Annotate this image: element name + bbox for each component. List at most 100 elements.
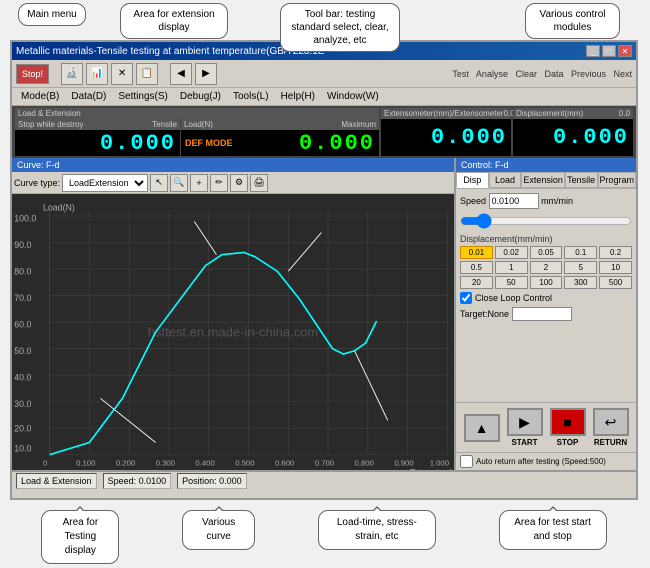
menu-mode[interactable]: Mode(B): [16, 88, 64, 106]
disp-btn-20[interactable]: 20: [460, 276, 493, 289]
print-tool[interactable]: 🖨: [250, 174, 268, 192]
minimize-button[interactable]: _: [586, 45, 600, 57]
speed-input[interactable]: [489, 193, 539, 209]
display-group-load-extension: Load & Extension Stop while destroy Tens…: [15, 108, 379, 156]
displacement-section-label: Displacement(mm/min): [460, 234, 632, 244]
svg-text:60.0: 60.0: [14, 320, 31, 330]
disp-btn-001[interactable]: 0.01: [460, 246, 493, 259]
stop-button[interactable]: Stop!: [16, 64, 49, 84]
toolbar-callout: Tool bar: testing standard select, clear…: [280, 3, 400, 52]
control-panel-header: Control: F-d: [456, 158, 636, 172]
curve-panel: Curve: F-d Curve type: LoadExtension ↖ 🔍…: [12, 158, 456, 470]
stop-ctrl-button[interactable]: ■ STOP: [550, 408, 586, 447]
settings-tool[interactable]: ⚙: [230, 174, 248, 192]
menu-data[interactable]: Data(D): [66, 88, 111, 106]
test-icon[interactable]: 🔬: [61, 63, 83, 85]
svg-text:10.0: 10.0: [14, 443, 31, 453]
tab-extension[interactable]: Extension: [521, 172, 565, 188]
menu-settings[interactable]: Settings(S): [113, 88, 172, 106]
chart-svg: 100.0 90.0 80.0 70.0 60.0 50.0 40.0 30.0…: [12, 194, 454, 470]
disp-btn-10[interactable]: 10: [599, 261, 632, 274]
app-title: Metallic materials-Tensile testing at am…: [16, 46, 324, 57]
target-row: Target:None: [460, 307, 632, 321]
target-input[interactable]: [512, 307, 572, 321]
disp-btn-005[interactable]: 0.05: [530, 246, 563, 259]
svg-text:0.900: 0.900: [394, 459, 413, 468]
svg-text:Extension(mm): Extension(mm): [410, 468, 454, 470]
svg-text:0.500: 0.500: [235, 459, 254, 468]
close-button[interactable]: ✕: [618, 45, 632, 57]
disp-btn-5[interactable]: 5: [564, 261, 597, 274]
tab-disp[interactable]: Disp: [456, 172, 489, 188]
control-panel: Control: F-d Disp Load Extension Tensile…: [456, 158, 636, 470]
return-label: RETURN: [594, 438, 627, 447]
load-max-value: 0.000: [237, 130, 379, 156]
tab-load[interactable]: Load: [489, 172, 522, 188]
cursor-tool[interactable]: ↖: [150, 174, 168, 192]
status-load-extension: Load & Extension: [16, 473, 97, 489]
menu-window[interactable]: Window(W): [322, 88, 384, 106]
svg-text:70.0: 70.0: [14, 293, 31, 303]
pencil-tool[interactable]: ✏: [210, 174, 228, 192]
start-stop-area-callout: Area for test start and stop: [499, 510, 607, 550]
load-n-label: Load(N) Maximum: [181, 119, 379, 130]
menu-debug[interactable]: Debug(J): [175, 88, 226, 106]
svg-text:0.200: 0.200: [116, 459, 135, 468]
svg-text:0.700: 0.700: [315, 459, 334, 468]
previous-icon[interactable]: ◀: [170, 63, 192, 85]
curve-type-select[interactable]: LoadExtension: [62, 174, 148, 192]
various-curve-callout: Various curve: [182, 510, 255, 550]
status-speed: Speed: 0.0100: [103, 473, 172, 489]
zoom-out-tool[interactable]: +: [190, 174, 208, 192]
various-control-callout: Various control modules: [525, 3, 620, 39]
disp-btn-2[interactable]: 2: [530, 261, 563, 274]
next-icon[interactable]: ▶: [195, 63, 217, 85]
extensometer-value: 0.000: [381, 119, 511, 156]
svg-text:0.600: 0.600: [275, 459, 294, 468]
control-body: Speed mm/min Displacement(mm/min) 0.01 0…: [456, 189, 636, 402]
disp-btn-02[interactable]: 0.2: [599, 246, 632, 259]
clear-icon[interactable]: ✕: [111, 63, 133, 85]
curve-toolbar: Curve type: LoadExtension ↖ 🔍 + ✏ ⚙ 🖨: [12, 172, 454, 194]
disp-btn-002[interactable]: 0.02: [495, 246, 528, 259]
speed-slider[interactable]: [460, 214, 632, 228]
speed-unit: mm/min: [541, 196, 573, 206]
start-button[interactable]: ▶ START: [507, 408, 543, 447]
svg-text:0.400: 0.400: [195, 459, 214, 468]
data-icon[interactable]: 📋: [136, 63, 158, 85]
maximize-button[interactable]: □: [602, 45, 616, 57]
disp-btn-01[interactable]: 0.1: [564, 246, 597, 259]
menu-help[interactable]: Help(H): [276, 88, 320, 106]
svg-text:30.0: 30.0: [14, 399, 31, 409]
toolbar-label: Test Analyse Clear Data Previous Next: [452, 69, 632, 79]
start-icon: ▶: [507, 408, 543, 436]
close-loop-checkbox[interactable]: [460, 292, 472, 304]
displacement-buttons-grid: 0.01 0.02 0.05 0.1 0.2 0.5 1 2 5 10 20 5…: [460, 246, 632, 289]
displacement-value: 0.000: [513, 119, 633, 156]
up-arrow-button[interactable]: ▲: [464, 414, 500, 442]
main-content-area: Curve: F-d Curve type: LoadExtension ↖ 🔍…: [12, 158, 636, 470]
return-button[interactable]: ↩ RETURN: [593, 408, 629, 447]
zoom-in-tool[interactable]: 🔍: [170, 174, 188, 192]
close-loop-row: Close Loop Control: [460, 292, 632, 304]
menu-bar: Mode(B) Data(D) Settings(S) Debug(J) Too…: [12, 88, 636, 106]
disp-btn-300[interactable]: 300: [564, 276, 597, 289]
menu-tools[interactable]: Tools(L): [228, 88, 274, 106]
tab-program[interactable]: Program: [598, 172, 637, 188]
disp-btn-500[interactable]: 500: [599, 276, 632, 289]
disp-btn-100[interactable]: 100: [530, 276, 563, 289]
analyse-icon[interactable]: 📊: [86, 63, 108, 85]
disp-btn-50[interactable]: 50: [495, 276, 528, 289]
svg-text:1.000: 1.000: [430, 459, 449, 468]
auto-return-checkbox[interactable]: [460, 455, 473, 468]
disp-btn-05[interactable]: 0.5: [460, 261, 493, 274]
svg-text:90.0: 90.0: [14, 240, 31, 250]
close-loop-label: Close Loop Control: [475, 293, 552, 303]
main-menu-callout: Main menu: [18, 3, 86, 26]
disp-btn-1[interactable]: 1: [495, 261, 528, 274]
status-bar: Load & Extension Speed: 0.0100 Position:…: [12, 470, 636, 490]
control-tabs: Disp Load Extension Tensile Program: [456, 172, 636, 189]
main-toolbar: Stop! 🔬 📊 ✕ 📋 ◀ ▶ Test Analyse Clear Dat…: [12, 60, 636, 88]
auto-return-label: Auto return after testing (Speed:500): [476, 457, 606, 466]
tab-tensile[interactable]: Tensile: [565, 172, 598, 188]
